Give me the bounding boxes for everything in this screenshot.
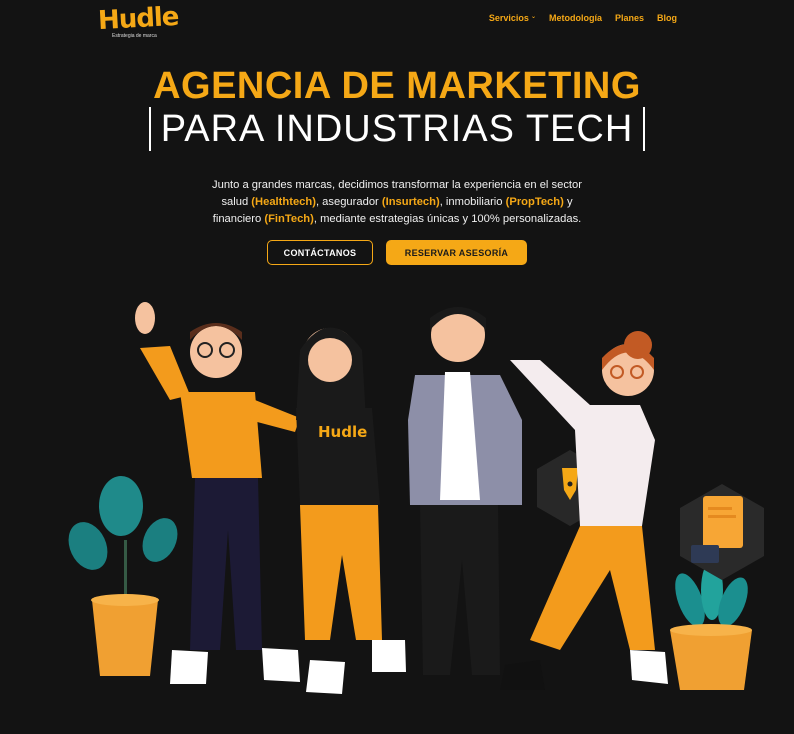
nav-item-label: Planes	[614, 13, 644, 23]
document-icon	[680, 484, 764, 580]
person-illustration	[500, 331, 668, 690]
plant-left-illustration	[68, 476, 178, 676]
nav-item-metodologia[interactable]: Metodología	[549, 13, 602, 23]
person-illustration: Hudle	[296, 327, 406, 694]
intro-text: , asegurador	[315, 196, 382, 209]
logo-text: Hudle	[97, 1, 180, 37]
hero-title-line2-wrap: PARA INDUSTRIAS TECH	[0, 107, 794, 151]
nav-item-label: Servicios	[488, 13, 529, 23]
nav-item-blog[interactable]: Blog	[657, 13, 677, 23]
highlight-proptech: (PropTech)	[505, 196, 564, 209]
hero-intro: Junto a grandes marcas, decidimos transf…	[200, 177, 594, 228]
intro-text: , inmobiliario	[439, 196, 506, 209]
person-illustration	[408, 307, 522, 675]
hero-title-line1: AGENCIA DE MARKETING	[153, 65, 641, 107]
nav-item-label: Blog	[657, 13, 677, 23]
plant-right-illustration	[670, 560, 752, 690]
nav-item-servicios[interactable]: Servicios ⌄	[489, 13, 536, 23]
highlight-insurtech: (Insurtech)	[381, 196, 440, 209]
intro-text: , mediante estrategias únicas y 100% per…	[313, 213, 582, 226]
main-nav: Servicios ⌄ Metodología Planes Blog	[489, 13, 677, 23]
nav-item-planes[interactable]: Planes	[615, 13, 644, 23]
contact-button[interactable]: CONTÁCTANOS	[267, 240, 373, 265]
chevron-down-icon: ⌄	[530, 13, 536, 20]
shirt-logo-text: Hudle	[318, 423, 367, 441]
hero-illustration: Hudle	[68, 302, 764, 694]
person-illustration	[135, 302, 300, 684]
highlight-fintech: (FinTech)	[264, 213, 314, 226]
hero-title-line2: PARA INDUSTRIAS TECH	[148, 107, 646, 151]
brand-logo[interactable]: Hudle Estrategia de marca	[97, 2, 179, 42]
nav-item-label: Metodología	[548, 13, 602, 23]
logo-tagline: Estrategia de marca	[112, 33, 157, 39]
book-consultation-button[interactable]: RESERVAR ASESORÍA	[386, 240, 527, 265]
highlight-healthtech: (Healthtech)	[251, 196, 316, 209]
